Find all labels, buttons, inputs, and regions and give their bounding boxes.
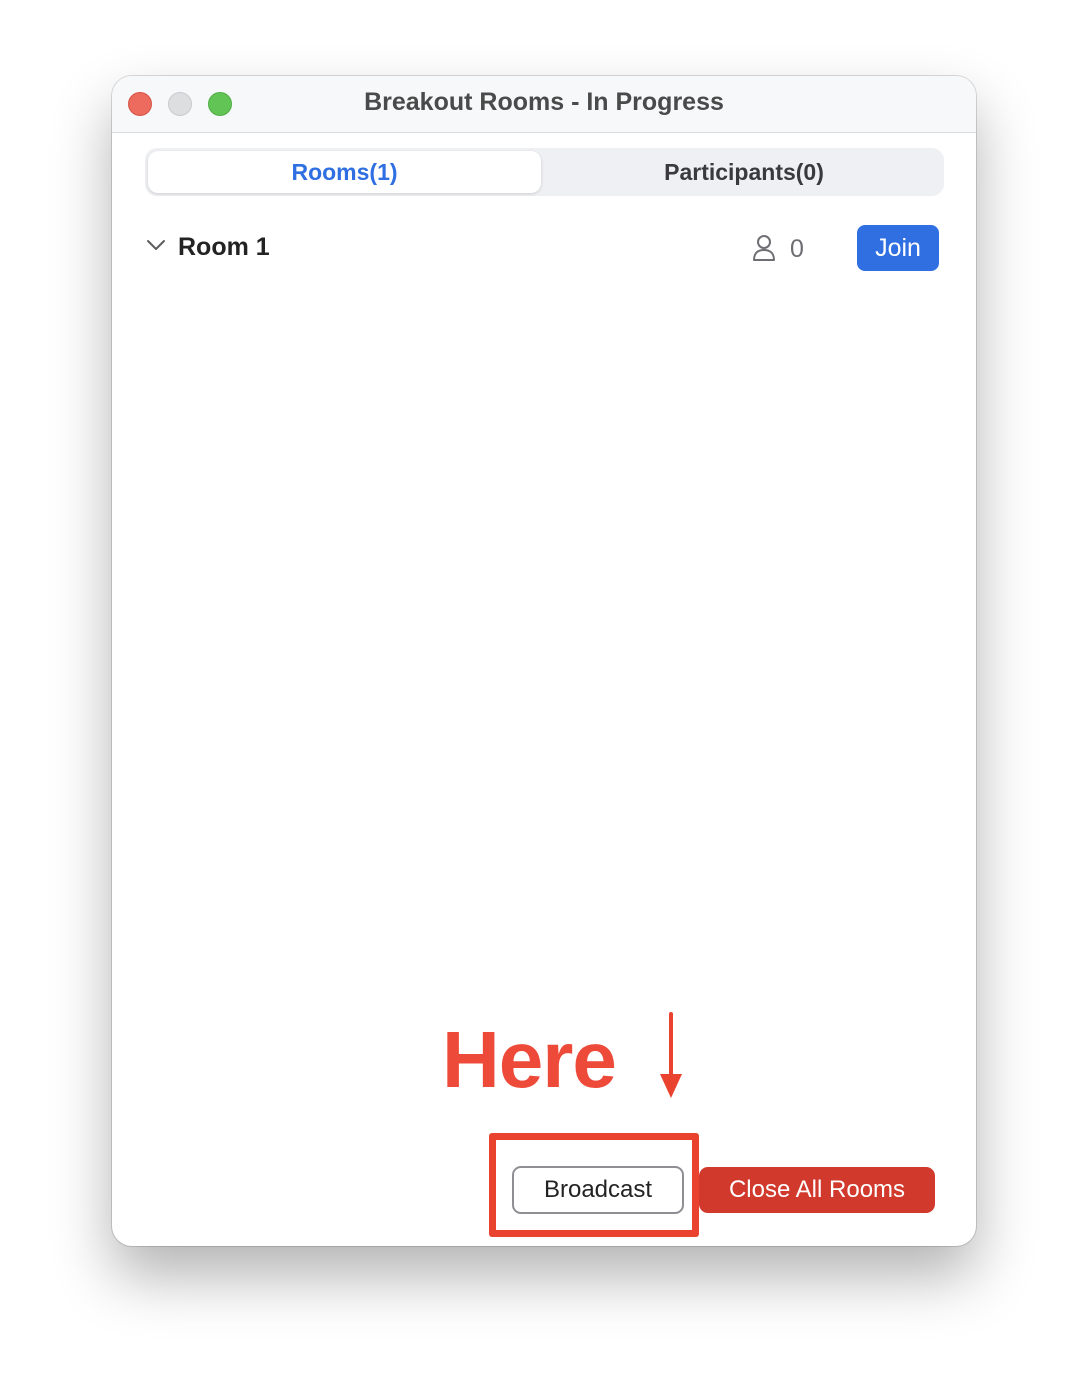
person-icon: [752, 234, 776, 262]
window-title: Breakout Rooms - In Progress: [364, 88, 724, 116]
annotation-label: Here: [442, 1015, 617, 1104]
chevron-down-icon[interactable]: [146, 238, 166, 252]
tab-participants[interactable]: Participants(0): [547, 151, 941, 193]
close-all-rooms-button[interactable]: Close All Rooms: [699, 1167, 935, 1213]
room-participant-count: 0: [790, 235, 804, 263]
arrow-down-icon: [657, 1012, 685, 1102]
title-bar: Breakout Rooms - In Progress: [112, 76, 976, 133]
breakout-rooms-window: Breakout Rooms - In Progress Rooms(1) Pa…: [112, 76, 976, 1246]
join-button[interactable]: Join: [857, 225, 939, 271]
room-name: Room 1: [178, 233, 270, 261]
broadcast-button[interactable]: Broadcast: [512, 1166, 684, 1214]
tab-rooms[interactable]: Rooms(1): [148, 151, 541, 193]
room-row: Room 1 0 Join: [140, 224, 948, 272]
tab-switcher: Rooms(1) Participants(0): [145, 148, 944, 196]
